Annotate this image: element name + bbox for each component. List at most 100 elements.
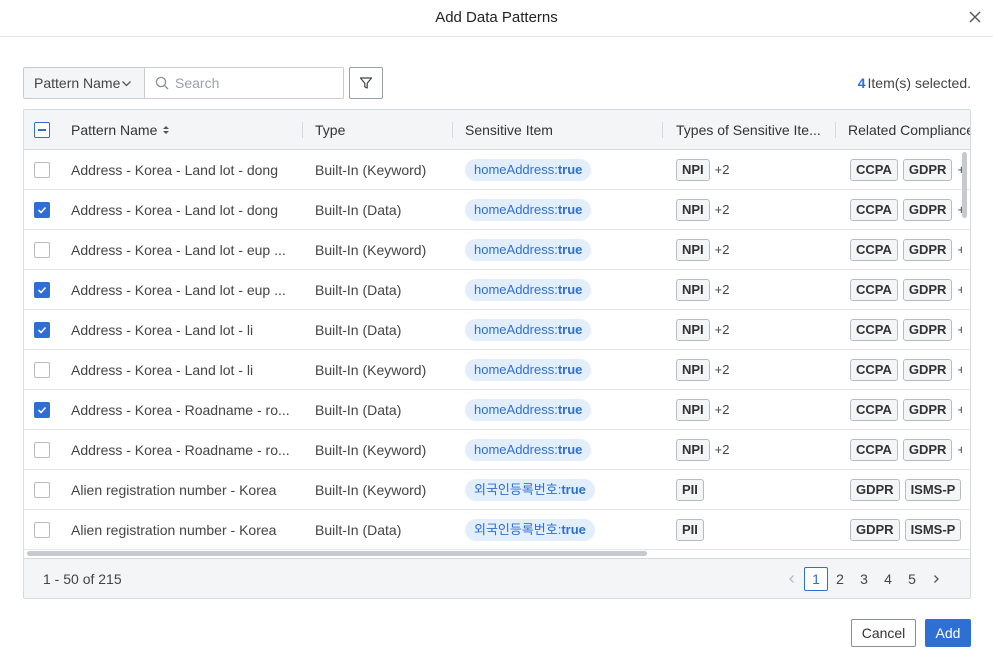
- sensitive-item-value: true: [557, 201, 583, 217]
- sensitive-type-more[interactable]: +2: [715, 202, 730, 217]
- sensitive-type-tag: NPI: [676, 198, 710, 221]
- compliance-tag: GDPR: [902, 158, 953, 181]
- sensitive-item-pill: homeAddress:true: [465, 238, 592, 261]
- cancel-button[interactable]: Cancel: [851, 619, 916, 647]
- related-compliance-cell: CCPAGDPR+4: [850, 270, 962, 309]
- row-checkbox[interactable]: [34, 481, 50, 498]
- column-header-types-of-sensitive[interactable]: Types of Sensitive Ite...: [676, 110, 831, 150]
- related-compliance-cell: CCPAGDPR+4: [850, 390, 962, 429]
- type-cell: Built-In (Keyword): [315, 161, 427, 178]
- page-2-button[interactable]: 2: [828, 567, 852, 591]
- sensitive-type-tag: NPI: [676, 318, 710, 341]
- row-checkbox[interactable]: [34, 321, 50, 338]
- sensitive-type-more[interactable]: +2: [715, 362, 730, 377]
- chevron-right-icon: [934, 575, 939, 583]
- page-4-button[interactable]: 4: [876, 567, 900, 591]
- sensitive-type-tag: NPI: [676, 238, 710, 261]
- sensitive-type-more[interactable]: +2: [715, 442, 730, 457]
- compliance-tag: ISMS-P: [904, 478, 962, 501]
- sensitive-type-more[interactable]: +2: [715, 162, 730, 177]
- related-compliance-cell: GDPR ISMS-P: [850, 510, 962, 549]
- row-checkbox[interactable]: [34, 361, 50, 378]
- sensitive-item-cell: homeAddress:true: [465, 390, 660, 429]
- search-field-select[interactable]: Pattern Name: [23, 67, 145, 99]
- type-cell: Built-In (Data): [315, 201, 402, 218]
- sensitive-item-pill: homeAddress:true: [465, 158, 592, 181]
- sensitive-item-value: true: [561, 481, 586, 497]
- sensitive-item-cell: homeAddress:true: [465, 230, 660, 269]
- sensitive-item-pill: homeAddress:true: [465, 438, 592, 461]
- page-3-button[interactable]: 3: [852, 567, 876, 591]
- table-row[interactable]: Address - Korea - Roadname - ro... Built-…: [24, 430, 970, 470]
- row-checkbox[interactable]: [34, 441, 50, 458]
- sensitive-type-more[interactable]: +2: [715, 282, 730, 297]
- types-of-sensitive-cell: NPI +2: [676, 270, 831, 309]
- sensitive-item-key: 외국인등록번호:: [474, 481, 562, 497]
- column-separator[interactable]: [302, 122, 303, 138]
- close-button[interactable]: [968, 10, 982, 24]
- compliance-tag: CCPA: [850, 278, 898, 301]
- sensitive-item-value: true: [557, 281, 583, 297]
- column-separator[interactable]: [662, 122, 663, 138]
- sensitive-type-more[interactable]: +2: [715, 402, 730, 417]
- compliance-tag: CCPA: [850, 158, 898, 181]
- sensitive-type-more[interactable]: +2: [715, 322, 730, 337]
- table-row[interactable]: Address - Korea - Land lot - li Built-In …: [24, 310, 970, 350]
- row-checkbox[interactable]: [34, 161, 50, 178]
- column-header-type[interactable]: Type: [315, 110, 455, 150]
- compliance-tag: CCPA: [850, 438, 898, 461]
- type-cell: Built-In (Keyword): [315, 361, 427, 378]
- vertical-scrollbar-thumb[interactable]: [962, 152, 967, 218]
- row-checkbox[interactable]: [34, 281, 50, 298]
- row-checkbox-cell: [34, 470, 56, 509]
- check-icon: [37, 286, 47, 294]
- page-1-button[interactable]: 1: [804, 567, 828, 591]
- prev-page-button[interactable]: [780, 567, 804, 591]
- table-row[interactable]: Alien registration number - Korea Built-I…: [24, 510, 970, 550]
- table-row[interactable]: Address - Korea - Land lot - eup ... Buil…: [24, 270, 970, 310]
- table-row[interactable]: Address - Korea - Land lot - dong Built-I…: [24, 150, 970, 190]
- column-header-related-compliance[interactable]: Related Compliance: [848, 110, 970, 150]
- sensitive-type-tag: NPI: [676, 278, 710, 301]
- search-input[interactable]: [175, 75, 335, 91]
- types-of-sensitive-cell: NPI +2: [676, 310, 831, 349]
- table-row[interactable]: Address - Korea - Land lot - li Built-In …: [24, 350, 970, 390]
- column-header-sensitive-item[interactable]: Sensitive Item: [465, 110, 665, 150]
- sensitive-type-more[interactable]: +2: [715, 242, 730, 257]
- row-checkbox[interactable]: [34, 241, 50, 258]
- column-separator[interactable]: [452, 122, 453, 138]
- pattern-name-cell: Address - Korea - Land lot - eup ...: [71, 241, 286, 258]
- sensitive-item-key: homeAddress:: [474, 241, 558, 257]
- types-of-sensitive-cell: NPI +2: [676, 430, 831, 469]
- column-header-pattern-name[interactable]: Pattern Name: [71, 110, 291, 150]
- table-row[interactable]: Address - Korea - Roadname - ro... Built-…: [24, 390, 970, 430]
- row-checkbox[interactable]: [34, 201, 50, 218]
- table-row[interactable]: Address - Korea - Land lot - dong Built-I…: [24, 190, 970, 230]
- select-all-checkbox[interactable]: [34, 122, 50, 138]
- vertical-scrollbar[interactable]: [962, 152, 967, 548]
- chevron-left-icon: [789, 575, 794, 583]
- selected-count-info: 4 Item(s) selected.: [858, 75, 971, 91]
- add-button[interactable]: Add: [925, 619, 971, 647]
- filter-button[interactable]: [349, 67, 383, 99]
- type-cell: Built-In (Keyword): [315, 481, 427, 498]
- page-5-button[interactable]: 5: [900, 567, 924, 591]
- horizontal-scrollbar-thumb[interactable]: [27, 551, 647, 556]
- row-checkbox[interactable]: [34, 401, 50, 418]
- pattern-name-cell: Address - Korea - Roadname - ro...: [71, 401, 290, 418]
- table-row[interactable]: Address - Korea - Land lot - eup ... Buil…: [24, 230, 970, 270]
- row-checkbox[interactable]: [34, 521, 50, 538]
- column-label-related-compliance: Related Compliance: [848, 122, 970, 138]
- sort-icon[interactable]: [162, 124, 170, 136]
- column-label-sensitive-item: Sensitive Item: [465, 122, 553, 138]
- sensitive-item-pill: homeAddress:true: [465, 278, 592, 301]
- chevron-down-icon: [122, 81, 131, 87]
- sensitive-type-tag: PII: [676, 478, 704, 501]
- compliance-tag: GDPR: [902, 398, 953, 421]
- next-page-button[interactable]: [924, 567, 948, 591]
- check-icon: [37, 406, 47, 414]
- compliance-tag: CCPA: [850, 318, 898, 341]
- horizontal-scrollbar[interactable]: [24, 550, 970, 558]
- table-row[interactable]: Alien registration number - Korea Built-I…: [24, 470, 970, 510]
- column-separator[interactable]: [835, 122, 836, 138]
